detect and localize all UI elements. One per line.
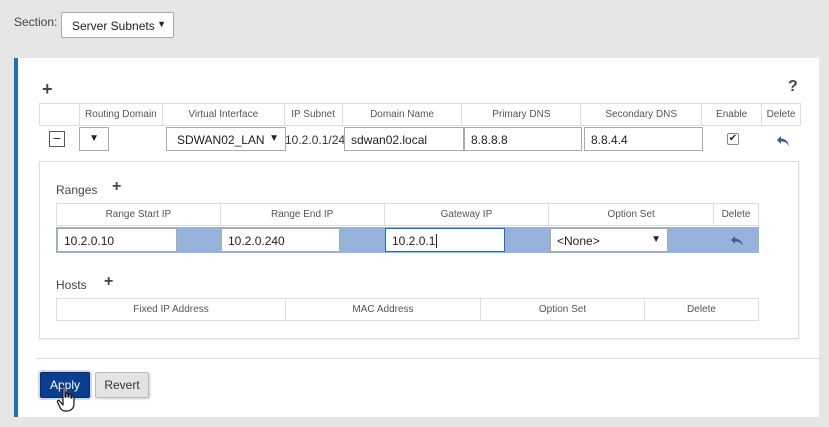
subnet-row: − ▼ SDWAN02_LAN ▼ 10.2.0.1/24 sdwan02.lo… [39, 127, 801, 153]
primary-dns-input[interactable]: 8.8.8.8 [464, 127, 582, 151]
section-select-value: Server Subnets [72, 19, 155, 33]
secondary-dns-input[interactable]: 8.8.4.4 [584, 127, 703, 151]
option-set-select[interactable]: <None> ▼ [550, 228, 668, 252]
hand-cursor-icon [56, 385, 75, 412]
header-ip-subnet: IP Subnet [285, 104, 343, 125]
add-range-icon[interactable]: + [112, 178, 121, 196]
chevron-down-icon: ▼ [89, 133, 99, 144]
add-subnet-icon[interactable]: + [42, 79, 53, 100]
gateway-ip-value: 10.2.0.1 [392, 234, 436, 248]
range-end-ip-input[interactable]: 10.2.0.240 [221, 228, 340, 252]
routing-domain-select[interactable]: ▼ [79, 127, 109, 151]
collapse-row-icon[interactable]: − [49, 131, 65, 147]
header-virtual-interface: Virtual Interface [163, 104, 285, 125]
header-primary-dns: Primary DNS [462, 104, 582, 125]
gateway-ip-input[interactable]: 10.2.0.1 [385, 228, 505, 252]
undo-icon[interactable] [730, 235, 744, 247]
divider [36, 358, 821, 359]
header-range-end-ip: Range End IP [221, 204, 385, 225]
header-secondary-dns: Secondary DNS [581, 104, 703, 125]
chevron-down-icon: ▼ [269, 133, 279, 144]
subnet-details-box: Ranges + Range Start IP Range End IP Gat… [39, 161, 799, 339]
header-option-set: Option Set [549, 204, 715, 225]
hosts-title: Hosts [56, 278, 87, 292]
header-delete: Delete [714, 204, 759, 225]
header-range-start-ip: Range Start IP [57, 204, 221, 225]
header-expand [40, 104, 80, 125]
header-enable: Enable [702, 104, 763, 125]
enable-checkbox[interactable]: ✔ [727, 133, 739, 145]
undo-icon[interactable] [776, 135, 790, 147]
subnet-table-header: Routing Domain Virtual Interface IP Subn… [39, 103, 802, 126]
ranges-title: Ranges [56, 183, 98, 197]
chevron-down-icon: ▼ [157, 19, 166, 29]
help-icon[interactable]: ? [788, 78, 798, 96]
text-cursor [436, 234, 438, 248]
header-delete: Delete [762, 104, 802, 125]
add-host-icon[interactable]: + [104, 273, 113, 291]
hosts-table-header: Fixed IP Address MAC Address Option Set … [56, 298, 759, 321]
revert-button[interactable]: Revert [95, 372, 149, 398]
header-gateway-ip: Gateway IP [385, 204, 550, 225]
ip-subnet-value: 10.2.0.1/24 [285, 133, 346, 147]
ranges-table-header: Range Start IP Range End IP Gateway IP O… [56, 203, 759, 226]
header-domain-name: Domain Name [343, 104, 463, 125]
virtual-interface-value: SDWAN02_LAN [177, 133, 265, 147]
virtual-interface-select[interactable]: SDWAN02_LAN ▼ [166, 127, 286, 151]
section-select[interactable]: Server Subnets ▼ [61, 12, 174, 38]
header-mac-address: MAC Address [286, 299, 481, 320]
header-option-set: Option Set [481, 299, 645, 320]
header-delete: Delete [645, 299, 759, 320]
section-label: Section: [14, 15, 58, 29]
server-subnets-panel: + ? Routing Domain Virtual Interface IP … [14, 58, 821, 417]
chevron-down-icon: ▼ [651, 234, 661, 245]
header-routing-domain: Routing Domain [80, 104, 163, 125]
top-bar: Section: Server Subnets ▼ [0, 0, 829, 46]
range-row: 10.2.0.10 10.2.0.240 10.2.0.1 <None> ▼ [56, 227, 759, 253]
range-start-ip-input[interactable]: 10.2.0.10 [57, 228, 177, 252]
header-fixed-ip-address: Fixed IP Address [57, 299, 286, 320]
option-set-value: <None> [557, 234, 600, 248]
domain-name-input[interactable]: sdwan02.local [344, 127, 464, 151]
